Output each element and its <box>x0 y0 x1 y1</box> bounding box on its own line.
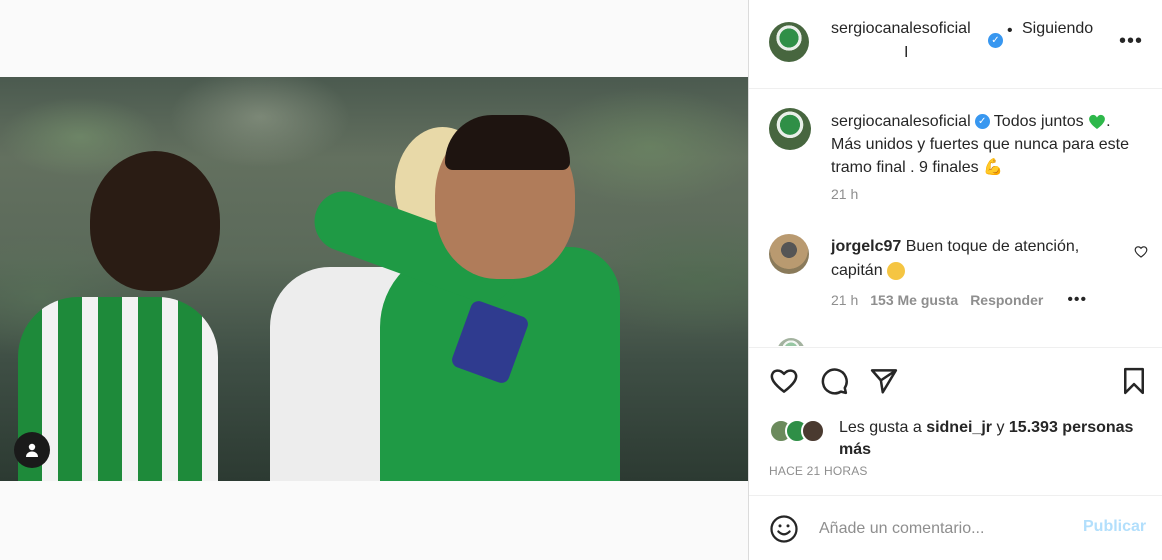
liker-username[interactable]: sidnei_jr <box>926 419 992 436</box>
comment-username[interactable]: jorgelc97 <box>831 238 901 255</box>
following-button[interactable]: Siguiendo <box>1022 20 1093 38</box>
comments-section[interactable]: sergiocanalesoficial ✓ Todos juntos . Más… <box>749 90 1162 346</box>
comment-avatar[interactable] <box>769 234 809 274</box>
likes-conjunction: y <box>996 419 1005 436</box>
player-left <box>10 147 220 481</box>
like-heart-icon[interactable] <box>769 366 799 396</box>
emoji-picker-icon[interactable] <box>769 514 799 544</box>
comment-likes[interactable]: 153 Me gusta <box>870 292 958 308</box>
media-area <box>0 0 748 560</box>
green-heart-icon <box>1088 114 1106 130</box>
caption-time[interactable]: 21 h <box>831 186 858 202</box>
publish-button[interactable]: Publicar <box>1083 518 1146 536</box>
comment-time[interactable]: 21 h <box>831 292 858 308</box>
add-comment-bar: Publicar <box>749 495 1162 560</box>
header-separator: • <box>1007 22 1013 39</box>
comment-item: jorgelc97 Buen toque de atención, capitá… <box>831 235 1121 283</box>
caption-text-part1: Todos juntos <box>993 113 1084 130</box>
comment-more-icon[interactable]: ••• <box>1067 291 1087 309</box>
likes-text: Les gusta a sidnei_jr y 15.393 personas … <box>839 417 1159 461</box>
caption-avatar[interactable] <box>769 108 811 150</box>
comment-input[interactable] <box>819 516 1069 542</box>
comment-like-heart-icon[interactable] <box>1134 245 1148 261</box>
save-bookmark-icon[interactable] <box>1119 366 1149 396</box>
post-timestamp[interactable]: HACE 21 HORAS <box>769 464 868 478</box>
players-hugging <box>230 97 650 481</box>
flexed-biceps-icon: 💪 <box>983 159 1003 176</box>
more-options-icon[interactable]: ••• <box>1119 30 1143 53</box>
post-caption: sergiocanalesoficial ✓ Todos juntos . Más… <box>831 110 1131 179</box>
text-cursor: I <box>904 44 909 61</box>
author-username[interactable]: sergiocanalesoficial <box>831 20 971 38</box>
verified-badge-icon: ✓ <box>988 33 1003 48</box>
comment-reply-button[interactable]: Responder <box>970 292 1043 308</box>
caption-username[interactable]: sergiocanalesoficial <box>831 113 971 130</box>
next-comment-avatar[interactable] <box>777 338 805 346</box>
tagged-users-icon[interactable] <box>14 432 50 468</box>
post-side-panel: sergiocanalesoficial ✓ • Siguiendo I •••… <box>748 0 1162 560</box>
share-send-icon[interactable] <box>869 366 899 396</box>
action-bar <box>749 347 1162 413</box>
smiley-emoji-icon <box>887 261 906 280</box>
verified-badge-icon: ✓ <box>974 114 990 130</box>
post-header: sergiocanalesoficial ✓ • Siguiendo I ••• <box>749 0 1162 89</box>
author-avatar[interactable] <box>769 22 809 62</box>
post-photo[interactable] <box>0 77 748 481</box>
likes-prefix: Les gusta a <box>839 419 922 436</box>
post-modal: sergiocanalesoficial ✓ • Siguiendo I •••… <box>0 0 1162 560</box>
comment-bubble-icon[interactable] <box>819 366 849 396</box>
comment-meta: 21 h 153 Me gusta Responder ••• <box>831 291 1087 309</box>
liker-avatars[interactable] <box>769 419 839 443</box>
